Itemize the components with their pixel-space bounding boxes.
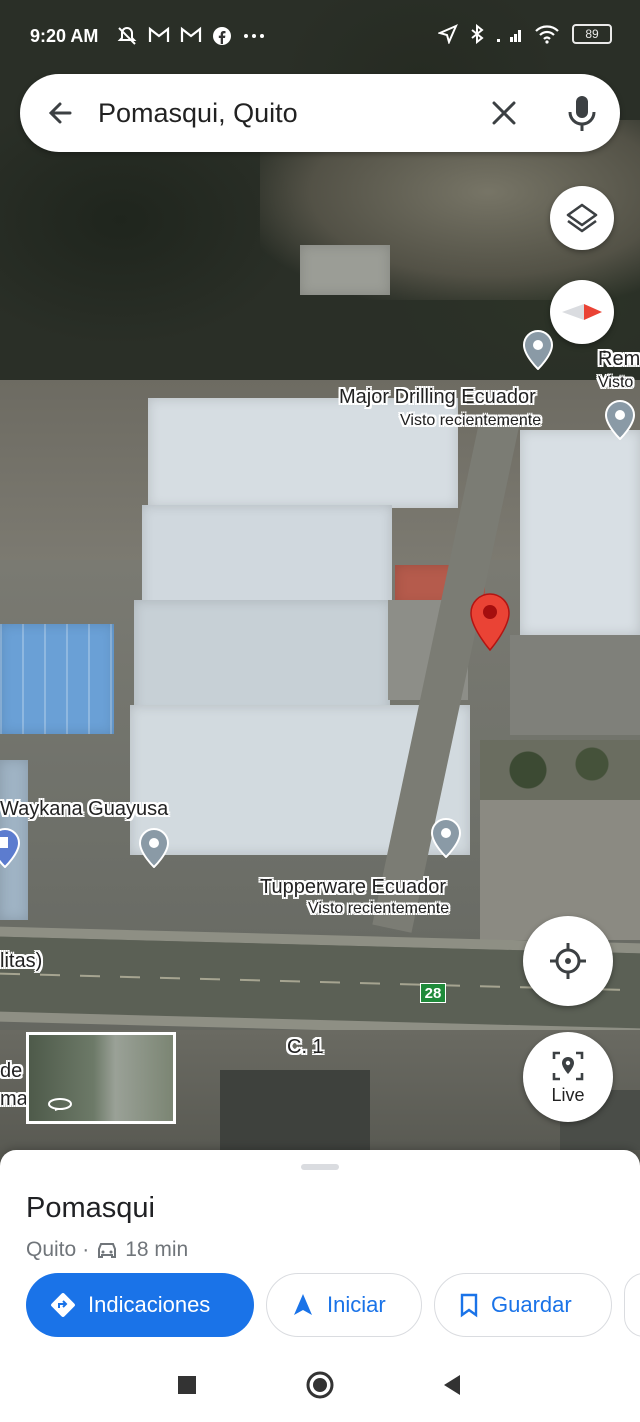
- my-location-button[interactable]: [523, 916, 613, 1006]
- map-label-partial: litas): [0, 950, 43, 972]
- action-buttons: Indicaciones Iniciar Guardar: [26, 1273, 640, 1337]
- wifi-icon: [535, 25, 559, 44]
- directions-button[interactable]: Indicaciones: [26, 1273, 254, 1337]
- warehouse-roof: [134, 600, 390, 715]
- status-bar: 9:20 AM 89: [0, 0, 640, 72]
- system-nav-bar: [0, 1348, 640, 1422]
- poi-pin-waykana[interactable]: [138, 827, 170, 869]
- search-bar[interactable]: Pomasqui, Quito: [20, 74, 620, 152]
- map-label-street: C. 1: [287, 1036, 324, 1058]
- live-view-button[interactable]: Live: [523, 1032, 613, 1122]
- mute-icon: [117, 26, 137, 45]
- place-city: Quito: [26, 1238, 77, 1261]
- navigation-arrow-icon: [294, 1294, 312, 1315]
- place-bottom-sheet[interactable]: Pomasqui Quito · 18 min Indicaciones Ini…: [0, 1150, 640, 1348]
- poi-pin-tupperware[interactable]: [430, 817, 462, 859]
- back-button[interactable]: [42, 94, 80, 132]
- building-roof: [300, 245, 390, 295]
- map-view[interactable]: Major Drilling Ecuador Visto recientemen…: [0, 0, 640, 1180]
- facebook-icon: [213, 27, 231, 45]
- circle-icon: [306, 1371, 334, 1399]
- signal-icon: [497, 30, 521, 42]
- map-label-partial: de: [0, 1060, 23, 1082]
- map-layers-button[interactable]: [550, 186, 614, 250]
- map-label-tupperware[interactable]: Tupperware Ecuador: [260, 876, 446, 899]
- triangle-back-icon: [444, 1375, 460, 1395]
- start-navigation-button[interactable]: Iniciar: [266, 1273, 422, 1337]
- map-label-waykana[interactable]: Waykana Guayusa: [0, 798, 168, 821]
- map-label-rem[interactable]: Rem: [598, 348, 640, 371]
- map-label-rem-sub: Visto: [598, 374, 634, 391]
- more-actions-button[interactable]: [624, 1273, 640, 1337]
- compass-button[interactable]: [550, 280, 614, 344]
- arrow-left-icon: [48, 102, 72, 124]
- building-roof: [220, 1070, 370, 1150]
- route-shield: 28: [420, 983, 446, 1003]
- save-label: Guardar: [491, 1292, 572, 1317]
- voice-search-button[interactable]: [562, 92, 602, 134]
- map-label-tupperware-sub: Visto recientemente: [308, 900, 450, 917]
- place-meta: Quito · 18 min: [26, 1238, 188, 1262]
- compass-icon: [562, 304, 602, 320]
- warehouse-roof: [520, 430, 640, 635]
- notification-icons: [116, 26, 266, 46]
- meta-separator: ·: [82, 1238, 90, 1261]
- live-view-icon: [552, 1051, 584, 1080]
- warehouse-roof: [142, 505, 392, 615]
- directions-icon: [51, 1293, 75, 1317]
- map-label-partial: ma: [0, 1088, 28, 1110]
- back-nav-button[interactable]: [437, 1370, 467, 1400]
- microphone-icon: [568, 96, 596, 131]
- blue-roof-building: [0, 624, 114, 734]
- clear-search-button[interactable]: [485, 94, 523, 132]
- crosshair-icon: [550, 943, 586, 979]
- place-title: Pomasqui: [26, 1192, 155, 1224]
- drive-time: 18 min: [125, 1238, 189, 1261]
- bluetooth-icon: [471, 24, 484, 44]
- car-icon: [98, 1243, 117, 1258]
- layers-icon: [566, 203, 598, 233]
- search-input[interactable]: Pomasqui, Quito: [98, 98, 298, 129]
- street-view-thumbnail[interactable]: [26, 1032, 176, 1124]
- battery-icon: 89: [572, 24, 612, 44]
- rotate-360-icon: [48, 1098, 72, 1111]
- home-button[interactable]: [305, 1370, 335, 1400]
- more-icon: [244, 34, 264, 38]
- poi-pin-rem[interactable]: [604, 399, 636, 441]
- selected-location-pin[interactable]: [469, 592, 511, 652]
- directions-label: Indicaciones: [88, 1292, 211, 1317]
- map-label-major-drilling[interactable]: Major Drilling Ecuador: [339, 386, 536, 409]
- poi-pin-gas-station[interactable]: [0, 827, 21, 869]
- bookmark-icon: [460, 1293, 478, 1318]
- gmail-icon: [148, 26, 170, 42]
- system-icons: 89: [438, 24, 612, 44]
- live-label: Live: [551, 1084, 585, 1105]
- recents-button[interactable]: [172, 1370, 202, 1400]
- save-button[interactable]: Guardar: [434, 1273, 612, 1337]
- location-icon: [438, 24, 458, 44]
- tree-area: [480, 740, 640, 800]
- drag-handle[interactable]: [301, 1164, 339, 1170]
- parking-lot: [510, 635, 640, 735]
- square-icon: [178, 1376, 196, 1394]
- close-icon: [492, 101, 516, 125]
- gmail-icon: [180, 26, 202, 42]
- poi-pin-major-drilling[interactable]: [522, 329, 554, 371]
- status-time: 9:20 AM: [30, 26, 99, 46]
- start-label: Iniciar: [327, 1292, 386, 1317]
- map-label-major-drilling-sub: Visto recientemente: [400, 412, 542, 429]
